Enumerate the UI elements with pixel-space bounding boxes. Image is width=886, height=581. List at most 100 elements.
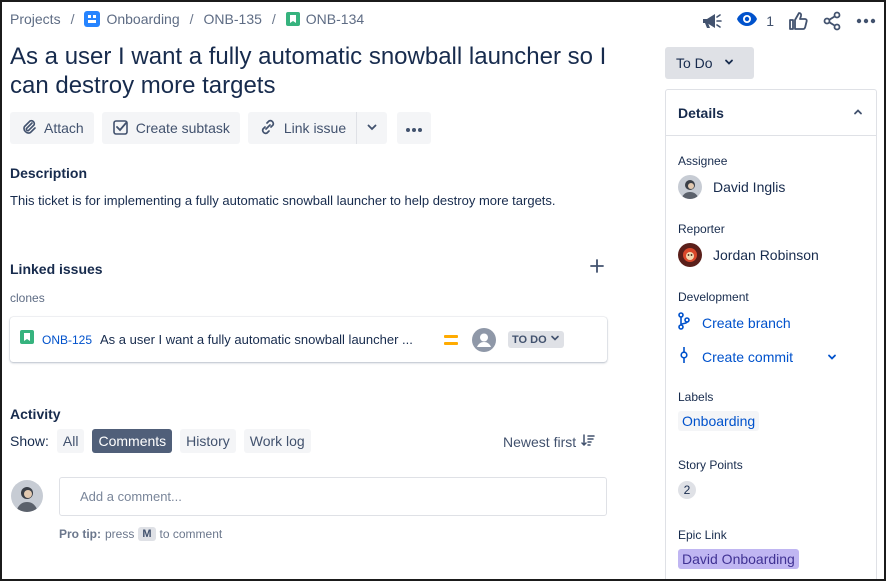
- paperclip-icon: [20, 118, 44, 139]
- linked-issue-status-label: TO DO: [512, 333, 547, 346]
- breadcrumb-current-label: ONB-134: [305, 11, 365, 27]
- sort-order-button[interactable]: Newest first: [503, 433, 595, 450]
- status-label: To Do: [676, 55, 713, 71]
- breadcrumb-current-issue[interactable]: ONB-134: [285, 11, 365, 27]
- pro-tip: Pro tip: press M to comment: [59, 527, 222, 541]
- assignee-field: Assignee David Inglis: [678, 154, 785, 199]
- priority-medium-icon: [444, 334, 458, 345]
- plus-icon: [590, 258, 604, 278]
- subtask-icon: [112, 118, 136, 139]
- details-header[interactable]: Details: [666, 90, 876, 136]
- pro-tip-press: press: [105, 527, 135, 541]
- attach-button[interactable]: Attach: [10, 112, 94, 144]
- linked-issues-heading: Linked issues: [10, 261, 103, 277]
- attach-label: Attach: [44, 120, 84, 136]
- filter-work-log[interactable]: Work log: [243, 429, 311, 453]
- description-text[interactable]: This ticket is for implementing a fully …: [10, 193, 556, 208]
- filter-history[interactable]: History: [180, 429, 236, 453]
- breadcrumb-project-label: Onboarding: [106, 11, 180, 27]
- development-label: Development: [678, 290, 749, 304]
- development-field: Development Create branch Create commit: [678, 290, 850, 367]
- sort-descending-icon: [576, 433, 595, 450]
- linked-issue-key[interactable]: ONB-125: [42, 333, 100, 347]
- pro-tip-label: Pro tip:: [59, 527, 101, 541]
- more-icon: [405, 120, 423, 136]
- add-link-button[interactable]: [587, 258, 607, 278]
- activity-heading: Activity: [10, 406, 61, 422]
- reporter-avatar: [678, 243, 702, 267]
- story-points-label: Story Points: [678, 458, 743, 472]
- more-icon[interactable]: [856, 7, 876, 35]
- link-issue-dropdown[interactable]: [356, 112, 388, 144]
- linked-issue-status[interactable]: TO DO: [508, 331, 564, 348]
- share-icon[interactable]: [822, 7, 842, 35]
- branch-icon: [678, 312, 702, 333]
- reporter-value[interactable]: Jordan Robinson: [678, 243, 819, 267]
- watch-count: 1: [766, 13, 774, 29]
- breadcrumb-separator: /: [189, 11, 194, 27]
- eye-icon: [736, 11, 758, 32]
- breadcrumb-projects[interactable]: Projects: [10, 11, 61, 27]
- create-subtask-label: Create subtask: [135, 120, 230, 136]
- create-branch-link[interactable]: Create branch: [678, 312, 850, 333]
- chevron-down-icon: [713, 55, 735, 71]
- story-icon: [285, 12, 300, 26]
- link-issue-label: Link issue: [283, 120, 347, 136]
- filter-comments[interactable]: Comments: [92, 429, 173, 453]
- more-actions-button[interactable]: [397, 112, 432, 144]
- description-heading: Description: [10, 165, 88, 181]
- issue-actions: 1: [686, 7, 876, 35]
- link-relation-label: clones: [10, 291, 45, 305]
- reporter-label: Reporter: [678, 222, 725, 236]
- activity-filter-row: Show: All Comments History Work log: [10, 429, 319, 453]
- assignee-name: David Inglis: [713, 179, 786, 195]
- breadcrumb: Projects / Onboarding / ONB-135 / ONB-13…: [10, 11, 364, 27]
- breadcrumb-project[interactable]: Onboarding: [84, 11, 180, 27]
- thumbs-up-icon[interactable]: [788, 7, 808, 35]
- issue-title[interactable]: As a user I want a fully automatic snowb…: [10, 42, 630, 100]
- feedback-megaphone-icon[interactable]: [700, 7, 723, 35]
- chevron-down-icon: [547, 333, 560, 346]
- watch-button[interactable]: 1: [736, 7, 774, 35]
- reporter-field: Reporter Jordan Robinson: [678, 222, 819, 267]
- breadcrumb-separator: /: [271, 11, 276, 27]
- link-issue-button[interactable]: Link issue: [247, 112, 357, 144]
- status-transition-button[interactable]: To Do: [665, 47, 754, 79]
- issue-toolbar: Attach Create subtask Link issue: [10, 112, 439, 144]
- epic-link-chip[interactable]: David Onboarding: [678, 549, 799, 569]
- create-commit-link[interactable]: Create commit: [678, 346, 850, 367]
- reporter-name: Jordan Robinson: [713, 247, 819, 263]
- details-heading: Details: [678, 104, 724, 121]
- story-icon: [20, 330, 34, 349]
- breadcrumb-separator: /: [70, 11, 75, 27]
- create-commit-label: Create commit: [702, 348, 794, 365]
- current-user-avatar: [11, 480, 43, 512]
- details-panel: Details Assignee David Inglis Reporter J…: [665, 89, 877, 579]
- chevron-up-icon: [852, 105, 864, 121]
- create-branch-label: Create branch: [702, 314, 791, 331]
- chevron-down-icon[interactable]: [826, 351, 850, 363]
- assignee-avatar: [678, 175, 702, 199]
- assignee-label: Assignee: [678, 154, 728, 168]
- issue-view: Projects / Onboarding / ONB-135 / ONB-13…: [0, 0, 886, 581]
- sort-label: Newest first: [503, 433, 577, 450]
- story-points-value[interactable]: 2: [678, 481, 696, 499]
- unassigned-avatar-icon: [472, 327, 496, 352]
- comment-input[interactable]: [59, 477, 607, 516]
- project-avatar-icon: [84, 11, 101, 27]
- pro-tip-rest: to comment: [159, 527, 223, 541]
- label-chip[interactable]: Onboarding: [678, 411, 760, 431]
- epic-link-label: Epic Link: [678, 528, 727, 542]
- epic-link-field: Epic Link David Onboarding: [678, 528, 799, 569]
- filter-all[interactable]: All: [56, 429, 85, 453]
- chevron-down-icon: [365, 120, 379, 137]
- show-label: Show:: [10, 433, 49, 449]
- link-icon: [258, 118, 284, 139]
- linked-issue-summary: As a user I want a fully automatic snowb…: [100, 332, 413, 347]
- labels-label: Labels: [678, 390, 714, 404]
- assignee-value[interactable]: David Inglis: [678, 175, 785, 199]
- create-subtask-button[interactable]: Create subtask: [101, 112, 240, 144]
- breadcrumb-parent-issue[interactable]: ONB-135: [204, 11, 262, 27]
- story-points-field: Story Points 2: [678, 458, 743, 499]
- linked-issue-row[interactable]: ONB-125 As a user I want a fully automat…: [10, 317, 607, 362]
